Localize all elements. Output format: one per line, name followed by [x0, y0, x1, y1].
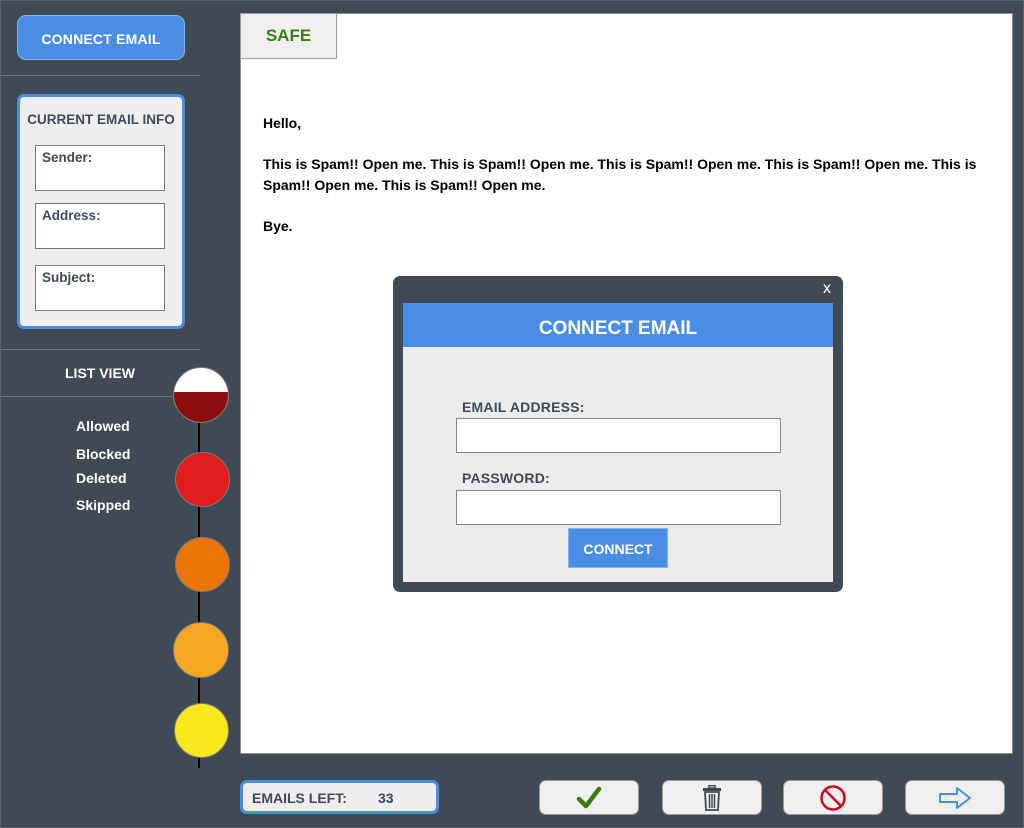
close-icon[interactable]: x: [823, 280, 831, 298]
safe-tab[interactable]: SAFE: [240, 13, 337, 59]
sidebar: CONNECT EMAIL CURRENT EMAIL INFO Sender:…: [0, 0, 200, 828]
progress-circle-skipped: [173, 622, 229, 678]
divider: [0, 396, 200, 397]
legend-blocked[interactable]: Blocked: [76, 446, 130, 462]
dialog-connect-button[interactable]: CONNECT: [568, 528, 668, 568]
email-closing: Bye.: [263, 217, 293, 234]
list-view-button[interactable]: LIST VIEW: [0, 350, 200, 396]
emails-left-counter: EMAILS LEFT: 33: [240, 780, 439, 814]
email-address-label: EMAIL ADDRESS:: [462, 399, 585, 415]
email-greeting: Hello,: [263, 115, 302, 131]
email-content: This is Spam!! Open me. This is Spam!! O…: [263, 156, 977, 193]
email-body: Hello, This is Spam!! Open me. This is S…: [263, 113, 993, 257]
email-address-input[interactable]: [456, 418, 781, 453]
current-email-info-panel: CURRENT EMAIL INFO Sender: Address: Subj…: [17, 94, 185, 329]
emails-left-label: EMAILS LEFT:: [252, 790, 347, 806]
address-field: Address:: [35, 203, 165, 249]
next-arrow-icon: [939, 786, 971, 809]
sender-label: Sender:: [42, 150, 93, 165]
divider: [0, 75, 200, 76]
progress-circle-pending: [174, 703, 229, 758]
delete-button[interactable]: [662, 780, 762, 815]
current-email-info-title: CURRENT EMAIL INFO: [27, 112, 175, 127]
connect-email-button[interactable]: CONNECT EMAIL: [17, 15, 185, 60]
progress-circle-deleted: [175, 537, 230, 592]
password-label: PASSWORD:: [462, 470, 550, 486]
legend-allowed[interactable]: Allowed: [76, 418, 130, 434]
check-icon: [576, 786, 602, 808]
block-button[interactable]: [783, 780, 883, 815]
emails-left-count: 33: [378, 790, 394, 806]
subject-label: Subject:: [42, 270, 96, 285]
connect-email-dialog: x CONNECT EMAIL EMAIL ADDRESS: PASSWORD:…: [393, 276, 843, 592]
skip-button[interactable]: [905, 780, 1005, 815]
subject-field: Subject:: [35, 265, 165, 311]
block-icon: [820, 784, 846, 811]
sender-field: Sender:: [35, 145, 165, 191]
legend-deleted[interactable]: Deleted: [76, 470, 127, 486]
progress-circle-blocked: [175, 452, 230, 507]
dialog-title: CONNECT EMAIL: [403, 303, 833, 347]
allow-button[interactable]: [539, 780, 639, 815]
password-input[interactable]: [456, 490, 781, 525]
address-label: Address:: [42, 208, 101, 223]
legend-skipped[interactable]: Skipped: [76, 497, 130, 513]
progress-circle-allowed: [173, 367, 229, 423]
dialog-content: CONNECT EMAIL EMAIL ADDRESS: PASSWORD: C…: [403, 303, 833, 582]
trash-icon: [703, 784, 721, 811]
